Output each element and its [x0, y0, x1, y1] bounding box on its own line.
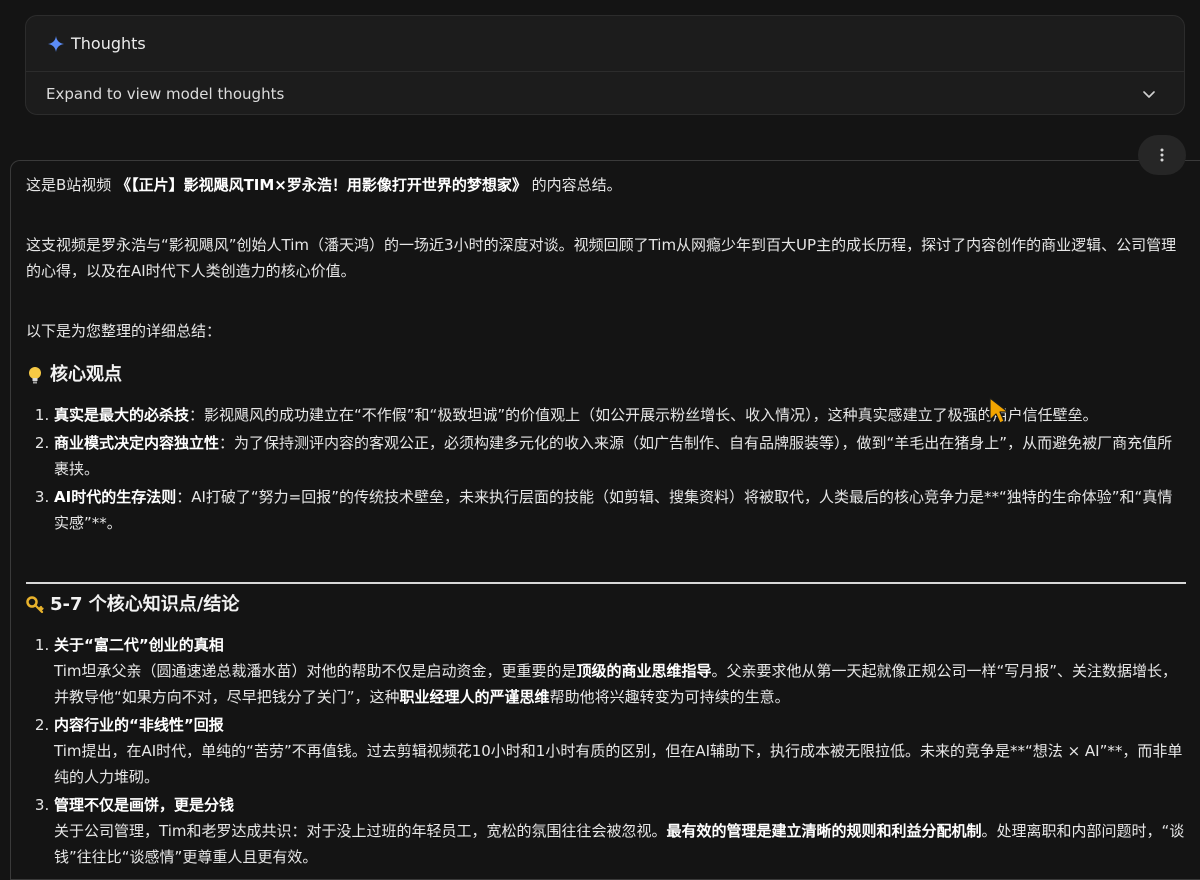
intro-paragraph: 这是B站视频 《【正片】影视飓风TIM×罗永浩！用影像打开世界的梦想家》 的内容… — [26, 172, 1186, 198]
item-bold: 商业模式决定内容独立性 — [54, 434, 220, 452]
item-text: Tim坦承父亲（圆通速递总裁潘水苗）对他的帮助不仅是启动资金，更重要的是 — [54, 662, 577, 680]
item-title: 关于“富二代”创业的真相 — [54, 636, 224, 654]
item-text: ：为了保持测评内容的客观公正，必须构建多元化的收入来源（如广告制作、自有品牌服装… — [54, 434, 1173, 478]
more-vert-icon — [1160, 148, 1164, 162]
core-points-list: 真实是最大的必杀技：影视飓风的成功建立在“不作假”和“极致坦诚”的价值观上（如公… — [26, 402, 1186, 538]
item-text: 关于公司管理，Tim和老罗达成共识：对于没上过班的年轻员工，宽松的氛围往往会被忽… — [54, 822, 667, 840]
item-bold: 真实是最大的必杀技 — [54, 406, 190, 424]
list-item: 内容行业的“非线性”回报 Tim提出，在AI时代，单纯的“苦劳”不再值钱。过去剪… — [54, 712, 1186, 790]
list-item: AI时代的生存法则：AI打破了“努力=回报”的传统技术壁垒，未来执行层面的技能（… — [54, 484, 1186, 536]
chevron-down-icon — [1143, 91, 1155, 98]
item-title: 管理不仅是画饼，更是分钱 — [54, 796, 235, 814]
lightbulb-icon — [29, 367, 41, 384]
intro-pre: 这是B站视频 — [26, 176, 117, 194]
intro-post: 的内容总结。 — [526, 176, 622, 194]
item-text: ：AI打破了“努力=回报”的传统技术壁垒，未来执行层面的技能（如剪辑、搜集资料）… — [54, 488, 1173, 532]
mouse-cursor-icon — [989, 397, 1009, 424]
section1-heading-text: 核心观点 — [50, 364, 122, 385]
more-options-button[interactable] — [1138, 135, 1186, 175]
video-title: 《【正片】影视飓风TIM×罗永浩！用影像打开世界的梦想家》 — [116, 176, 527, 194]
section-divider — [26, 582, 1186, 584]
thoughts-header: Thoughts — [26, 16, 1184, 72]
item-title: 内容行业的“非线性”回报 — [54, 716, 224, 734]
list-item: 管理不仅是画饼，更是分钱 关于公司管理，Tim和老罗达成共识：对于没上过班的年轻… — [54, 792, 1186, 870]
thoughts-panel: Thoughts Expand to view model thoughts — [25, 15, 1185, 115]
item-bold: 最有效的管理是建立清晰的规则和利益分配机制 — [666, 822, 982, 840]
item-bold: AI时代的生存法则 — [54, 488, 177, 506]
item-bold: 顶级的商业思维指导 — [576, 662, 712, 680]
knowledge-points-list: 关于“富二代”创业的真相 Tim坦承父亲（圆通速递总裁潘水苗）对他的帮助不仅是启… — [26, 632, 1186, 872]
section-heading-core: 核心观点 — [26, 362, 122, 388]
lead-paragraph: 以下是为您整理的详细总结： — [26, 322, 222, 340]
thoughts-title: Thoughts — [71, 34, 146, 53]
list-item: 真实是最大的必杀技：影视飓风的成功建立在“不作假”和“极致坦诚”的价值观上（如公… — [54, 402, 1186, 428]
expand-thoughts-label: Expand to view model thoughts — [46, 85, 285, 103]
summary-paragraph: 这支视频是罗永浩与“影视飓风”创始人Tim（潘天鸿）的一场近3小时的深度对谈。视… — [26, 236, 1177, 280]
expand-thoughts-toggle[interactable]: Expand to view model thoughts — [26, 72, 1184, 116]
item-text: ：影视飓风的成功建立在“不作假”和“极致坦诚”的价值观上（如公开展示粉丝增长、收… — [189, 406, 1098, 424]
item-text: 帮助他将兴趣转变为可持续的生意。 — [549, 688, 790, 706]
item-text: Tim提出，在AI时代，单纯的“苦劳”不再值钱。过去剪辑视频花10小时和1小时有… — [54, 742, 1183, 786]
list-item: 关于“富二代”创业的真相 Tim坦承父亲（圆通速递总裁潘水苗）对他的帮助不仅是启… — [54, 632, 1186, 710]
item-bold: 职业经理人的严谨思维 — [399, 688, 550, 706]
list-item: 商业模式决定内容独立性：为了保持测评内容的客观公正，必须构建多元化的收入来源（如… — [54, 430, 1186, 482]
section-heading-knowledge: 5-7 个核心知识点/结论 — [26, 592, 239, 618]
sparkle-icon — [48, 35, 64, 52]
section2-heading-text: 5-7 个核心知识点/结论 — [50, 594, 240, 615]
key-icon — [26, 596, 44, 614]
